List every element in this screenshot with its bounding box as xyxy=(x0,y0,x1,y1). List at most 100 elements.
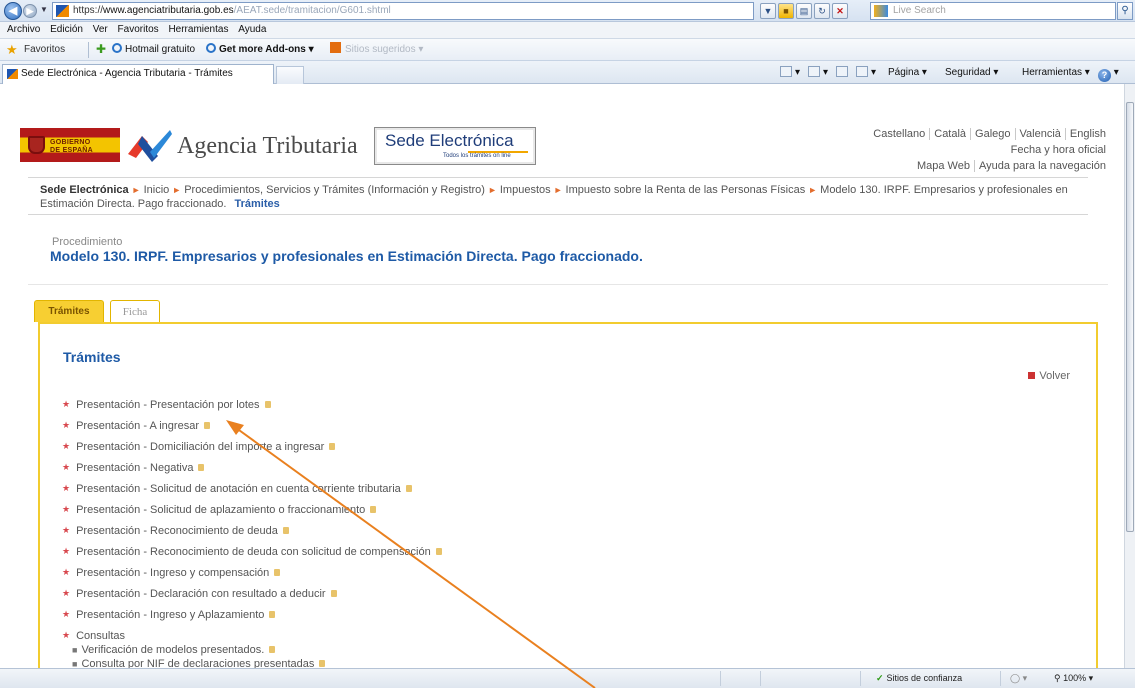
history-dropdown-icon[interactable]: ▼ xyxy=(40,5,48,14)
tramite-link[interactable]: Presentación - Presentación por lotes xyxy=(76,399,259,411)
favorites-button[interactable]: Favoritos xyxy=(24,39,65,60)
agencia-tributaria-logo-icon[interactable] xyxy=(128,128,172,164)
security-menu[interactable]: Seguridad ▾ xyxy=(945,61,998,84)
tramite-link[interactable]: Presentación - Reconocimiento de deuda c… xyxy=(76,546,431,558)
browser-tab-active[interactable]: Sede Electrónica - Agencia Tributaria - … xyxy=(2,64,274,84)
feeds-icon[interactable]: ▾ xyxy=(808,61,828,84)
list-item[interactable]: ★ Presentación - Solicitud de anotación e… xyxy=(62,478,442,499)
mapa-web-link[interactable]: Mapa Web xyxy=(913,160,974,172)
tab-ficha[interactable]: Ficha xyxy=(110,300,160,322)
menu-edicion[interactable]: Edición xyxy=(50,24,83,35)
tramite-link[interactable]: Presentación - Reconocimiento de deuda xyxy=(76,525,278,537)
list-item[interactable]: ★ Presentación - Reconocimiento de deuda … xyxy=(62,541,442,562)
page-menu-label: Página xyxy=(888,67,920,78)
ayuda-navegacion-link[interactable]: Ayuda para la navegación xyxy=(973,160,1110,172)
status-divider xyxy=(760,671,761,686)
search-input[interactable]: Live Search xyxy=(870,2,1116,20)
stop-icon[interactable]: ✕ xyxy=(832,3,848,19)
ie-page-icon xyxy=(206,43,216,53)
list-item[interactable]: ★ Presentación - Presentación por lotes xyxy=(62,394,442,415)
agency-name[interactable]: Agencia Tributaria xyxy=(177,133,358,160)
menu-herramientas[interactable]: Herramientas xyxy=(168,24,228,35)
consulta-link[interactable]: Consulta por NIF de declaraciones presen… xyxy=(81,658,314,668)
page-menu[interactable]: Página ▾ xyxy=(888,61,927,84)
breadcrumb-item[interactable]: Impuesto sobre la Renta de las Personas … xyxy=(566,184,806,196)
tramite-link[interactable]: Presentación - A ingresar xyxy=(76,420,199,432)
list-item[interactable]: ★ Presentación - Reconocimiento de deuda xyxy=(62,520,442,541)
tramite-link[interactable]: Presentación - Ingreso y compensación xyxy=(76,567,269,579)
url-input[interactable]: https://www.agenciatributaria.gob.es/AEA… xyxy=(52,2,754,20)
search-icon[interactable]: ⚲ xyxy=(1117,2,1133,20)
breadcrumb-separator-icon: ► xyxy=(487,185,497,195)
fav-link-addons[interactable]: Get more Add-ons ▾ xyxy=(206,39,314,60)
list-item[interactable]: ★ Presentación - Domiciliación del import… xyxy=(62,436,442,457)
security-zone[interactable]: ✓ Sitios de confianza xyxy=(876,669,962,688)
fav-link-hotmail[interactable]: Hotmail gratuito xyxy=(112,39,195,60)
lang-castellano[interactable]: Castellano xyxy=(869,128,929,140)
fecha-hora-link[interactable]: Fecha y hora oficial xyxy=(1011,144,1106,156)
divider xyxy=(28,284,1108,285)
list-item[interactable]: ★ Presentación - A ingresar xyxy=(62,415,442,436)
compatibility-view-icon[interactable]: ▤ xyxy=(796,3,812,19)
breadcrumb-item[interactable]: Impuestos xyxy=(500,184,551,196)
list-item[interactable]: ★ Presentación - Ingreso y Aplazamiento xyxy=(62,604,442,625)
lang-english[interactable]: English xyxy=(1064,128,1110,140)
certificate-lock-icon xyxy=(405,485,412,492)
lang-catala[interactable]: Català xyxy=(929,128,971,140)
mail-icon[interactable] xyxy=(836,61,851,84)
breadcrumb-item[interactable]: Procedimientos, Servicios y Trámites (In… xyxy=(184,184,485,196)
zoom-control[interactable]: ⚲ 100% ▾ xyxy=(1054,669,1093,688)
vertical-scrollbar[interactable] xyxy=(1124,84,1135,668)
menu-bar: Archivo Edición Ver Favoritos Herramient… xyxy=(0,22,1135,39)
new-tab-button[interactable] xyxy=(276,66,304,84)
tramite-link[interactable]: Presentación - Declaración con resultado… xyxy=(76,588,325,600)
breadcrumb-item[interactable]: Inicio xyxy=(144,184,170,196)
scrollbar-thumb[interactable] xyxy=(1126,102,1134,532)
tramite-link[interactable]: Presentación - Solicitud de anotación en… xyxy=(76,483,401,495)
list-item[interactable]: ★ Presentación - Negativa xyxy=(62,457,442,478)
refresh-icon[interactable]: ↻ xyxy=(814,3,830,19)
menu-archivo[interactable]: Archivo xyxy=(7,24,40,35)
back-arrow-icon[interactable]: ◀ xyxy=(4,2,22,20)
help-menu[interactable]: ? ▾ xyxy=(1098,61,1119,84)
tramite-link[interactable]: Presentación - Ingreso y Aplazamiento xyxy=(76,609,264,621)
favorites-star-icon[interactable]: ★ xyxy=(6,43,18,56)
bullet-icon: ★ xyxy=(62,462,71,472)
list-item[interactable]: ■ Verificación de modelos presentados. xyxy=(72,643,442,657)
tramite-link[interactable]: Presentación - Negativa xyxy=(76,462,193,474)
breadcrumb-separator-icon: ► xyxy=(131,185,141,195)
url-dropdown-icon[interactable]: ▼ xyxy=(760,3,776,19)
tab-tramites[interactable]: Trámites xyxy=(34,300,104,322)
bullet-icon: ★ xyxy=(62,609,71,619)
tools-menu[interactable]: Herramientas ▾ xyxy=(1022,61,1090,84)
menu-ayuda[interactable]: Ayuda xyxy=(238,24,266,35)
add-favorite-icon[interactable]: ✚ xyxy=(96,43,106,55)
volver-link[interactable]: Volver xyxy=(1028,370,1070,382)
forward-arrow-icon[interactable]: ▶ xyxy=(23,4,37,18)
gobierno-logo[interactable]: GOBIERNO DE ESPAÑA xyxy=(20,128,120,162)
fav-link-suggested-label: Sitios sugeridos xyxy=(345,44,416,55)
breadcrumb-item[interactable]: Sede Electrónica xyxy=(40,184,129,196)
address-bar-row: ◀ ▶ ▼ https://www.agenciatributaria.gob.… xyxy=(0,0,1135,22)
tramite-link[interactable]: Presentación - Solicitud de aplazamiento… xyxy=(76,504,365,516)
list-item[interactable]: ★ Presentación - Declaración con resultad… xyxy=(62,583,442,604)
print-icon[interactable]: ▾ xyxy=(856,61,876,84)
breadcrumb-current: Trámites xyxy=(234,198,280,210)
bullet-icon: ★ xyxy=(62,441,71,451)
list-item[interactable]: ★ Presentación - Solicitud de aplazamient… xyxy=(62,499,442,520)
bullet-icon: ★ xyxy=(62,588,71,598)
home-icon[interactable]: ▾ xyxy=(780,61,800,84)
lock-icon[interactable]: ■ xyxy=(778,3,794,19)
consulta-link[interactable]: Verificación de modelos presentados. xyxy=(81,644,264,656)
protected-mode-icon[interactable]: ◯ ▾ xyxy=(1010,669,1027,688)
lang-galego[interactable]: Galego xyxy=(970,128,1015,140)
list-item[interactable]: ■ Consulta por NIF de declaraciones prese… xyxy=(72,657,442,668)
fav-link-suggested[interactable]: Sitios sugeridos ▾ xyxy=(330,39,423,60)
browser-window: ◀ ▶ ▼ https://www.agenciatributaria.gob.… xyxy=(0,0,1135,688)
list-item[interactable]: ★ Presentación - Ingreso y compensación xyxy=(62,562,442,583)
tramite-link[interactable]: Presentación - Domiciliación del importe… xyxy=(76,441,324,453)
sede-electronica-logo[interactable]: Sede Electrónica Todos los trámites on l… xyxy=(374,127,536,165)
lang-valencia[interactable]: Valencià xyxy=(1014,128,1065,140)
menu-favoritos[interactable]: Favoritos xyxy=(118,24,159,35)
menu-ver[interactable]: Ver xyxy=(93,24,108,35)
